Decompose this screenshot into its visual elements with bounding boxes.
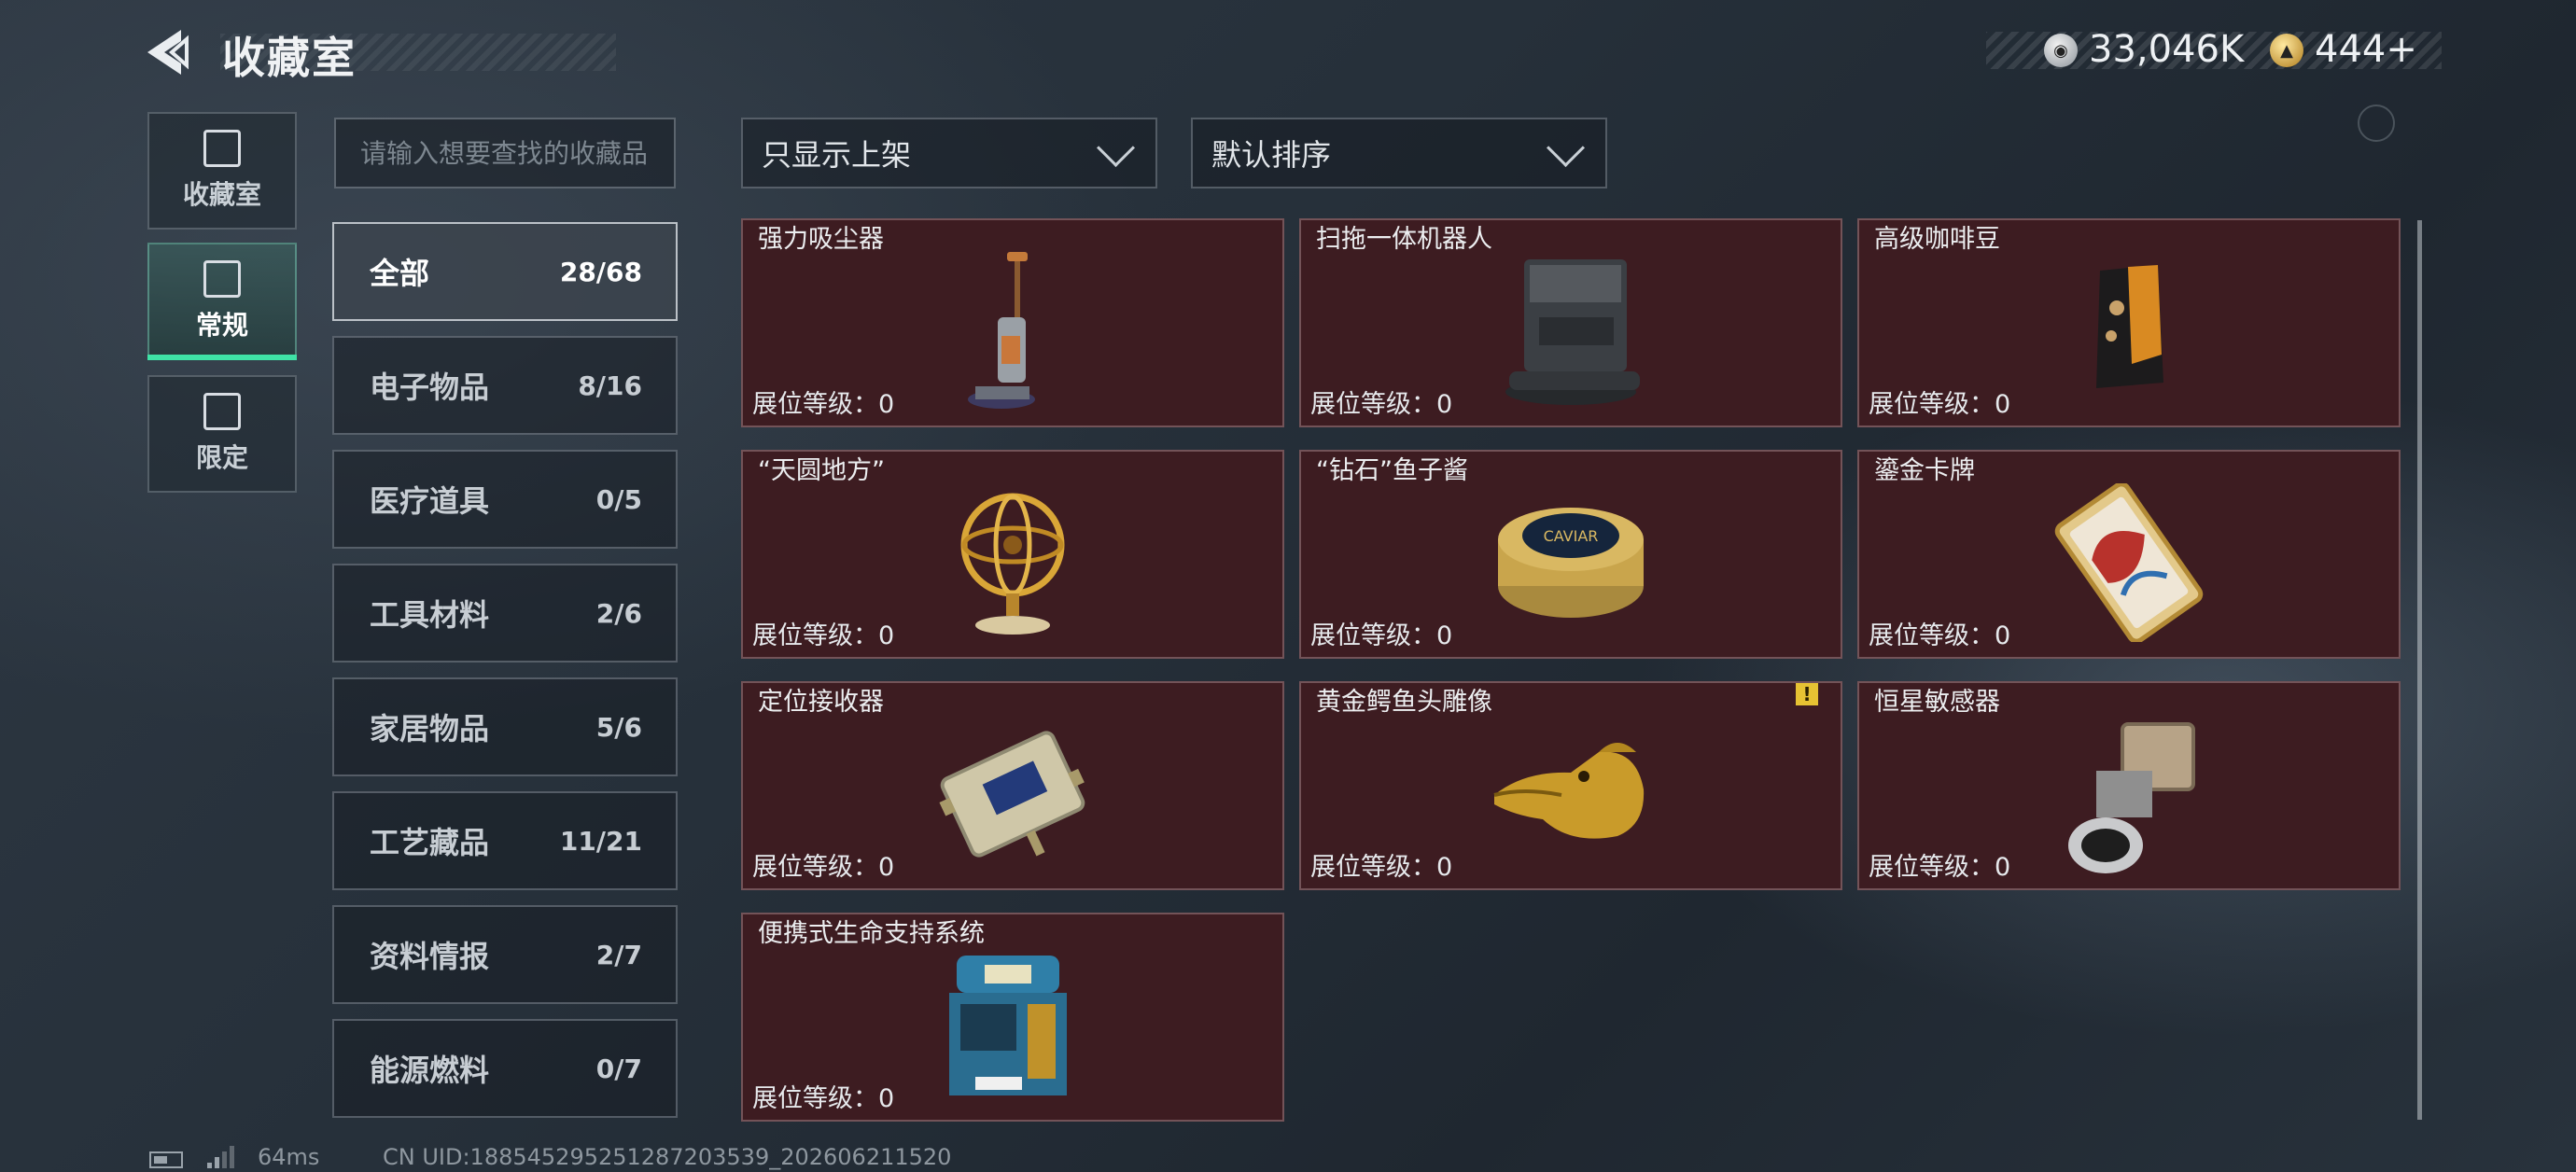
category-count: 0/5 (595, 483, 642, 515)
tab-label: 限定 (195, 442, 248, 473)
caviar-tin-icon: CAVIAR (1498, 508, 1644, 618)
page-title: 收藏室 (222, 33, 357, 83)
back-button[interactable] (140, 26, 205, 78)
item-card[interactable]: 恒星敏感器 展位等级：0 (1857, 681, 2401, 890)
tab-label: 常规 (195, 310, 248, 341)
gold-coin-icon: ▲ (2270, 34, 2303, 67)
item-name: 便携式生命支持系统 (758, 919, 985, 948)
signal-icon (207, 1146, 234, 1168)
category-name: 工具材料 (370, 597, 490, 633)
category-household[interactable]: 家居物品 5/6 (332, 677, 678, 776)
category-count: 2/6 (595, 597, 642, 629)
tab-limited[interactable]: 限定 (147, 375, 297, 493)
category-count: 5/6 (595, 711, 642, 743)
life-support-icon (949, 956, 1067, 1095)
item-card[interactable]: 黄金鳄鱼头雕像 ! 展位等级：0 (1299, 681, 1842, 890)
item-card[interactable]: “钻石”鱼子酱 CAVIAR 展位等级：0 (1299, 450, 1842, 659)
decorative-ring (2358, 105, 2395, 142)
category-name: 能源燃料 (370, 1053, 490, 1088)
category-count: 2/7 (595, 939, 642, 970)
category-name: 资料情报 (370, 939, 490, 974)
regular-icon (203, 260, 241, 298)
item-level: 展位等级：0 (1869, 390, 2011, 419)
user-uid: CN UID:18854529525128720353​9_2026062115… (383, 1144, 952, 1170)
item-card[interactable]: 鎏金卡牌 展位等级：0 (1857, 450, 2401, 659)
item-name: 鎏金卡牌 (1874, 456, 1975, 485)
category-name: 电子物品 (370, 370, 490, 405)
sort-dropdown[interactable]: 默认排序 (1191, 118, 1607, 188)
warning-badge-icon: ! (1796, 683, 1818, 705)
gold-currency-value[interactable]: 444+ (2315, 28, 2417, 71)
caviar-label: CAVIAR (1544, 527, 1599, 545)
category-name: 全部 (370, 256, 430, 291)
category-count: 28/68 (559, 256, 642, 287)
item-level: 展位等级：0 (752, 1084, 895, 1113)
tab-regular[interactable]: 常规 (147, 243, 297, 360)
item-name: 扫拖一体机器人 (1316, 225, 1492, 254)
item-level: 展位等级：0 (1310, 621, 1453, 650)
chevron-down-icon (1096, 128, 1136, 167)
item-level: 展位等级：0 (752, 621, 895, 650)
limited-icon (203, 393, 241, 430)
search-input[interactable] (334, 118, 676, 188)
item-card[interactable]: 强力吸尘器 展位等级：0 (741, 218, 1284, 427)
vacuum-cleaner-icon (968, 252, 1035, 409)
active-tab-indicator (147, 355, 297, 360)
item-name: 定位接收器 (758, 688, 884, 717)
category-tools[interactable]: 工具材料 2/6 (332, 564, 678, 663)
item-card[interactable]: 定位接收器 展位等级：0 (741, 681, 1284, 890)
item-card[interactable]: 扫拖一体机器人 展位等级：0 (1299, 218, 1842, 427)
category-crafts[interactable]: 工艺藏品 11/21 (332, 791, 678, 890)
category-count: 11/21 (559, 825, 642, 857)
category-all[interactable]: 全部 28/68 (332, 222, 678, 321)
item-level: 展位等级：0 (752, 390, 895, 419)
item-level: 展位等级：0 (1310, 390, 1453, 419)
collection-room-icon (203, 130, 241, 167)
item-level: 展位等级：0 (1310, 853, 1453, 882)
mop-robot-icon (1505, 259, 1640, 405)
item-card[interactable]: “天圆地方” 展位等级：0 (741, 450, 1284, 659)
item-name: 黄金鳄鱼头雕像 (1316, 688, 1492, 717)
category-electronics[interactable]: 电子物品 8/16 (332, 336, 678, 435)
gilded-card-icon (2054, 483, 2204, 642)
item-card[interactable]: 高级咖啡豆 展位等级：0 (1857, 218, 2401, 427)
category-count: 0/7 (595, 1053, 642, 1084)
item-level: 展位等级：0 (1869, 853, 2011, 882)
category-intel[interactable]: 资料情报 2/7 (332, 905, 678, 1004)
item-name: “钻石”鱼子酱 (1316, 456, 1468, 485)
star-sensor-icon (2068, 722, 2195, 873)
gps-receiver-icon (939, 731, 1085, 858)
gold-crocodile-icon (1493, 743, 1645, 839)
tab-label: 收藏室 (182, 179, 261, 210)
filter-dropdown[interactable]: 只显示上架 (741, 118, 1157, 188)
item-grid[interactable]: 强力吸尘器 展位等级：0 扫拖一体机器人 展位等级：0 高级咖啡豆 展位等级：0… (737, 218, 2408, 1123)
armillary-sphere-icon (960, 493, 1065, 635)
category-energy[interactable]: 能源燃料 0/7 (332, 1019, 678, 1118)
category-name: 医疗道具 (370, 483, 490, 519)
chevron-down-icon (1546, 128, 1586, 167)
item-name: 强力吸尘器 (758, 225, 884, 254)
item-name: 恒星敏感器 (1874, 688, 2000, 717)
category-count: 8/16 (578, 370, 642, 401)
back-arrow-icon (147, 30, 189, 75)
item-name: “天圆地方” (758, 456, 885, 485)
silver-currency-value: 33,046K (2089, 28, 2245, 71)
item-level: 展位等级：0 (752, 853, 895, 882)
category-name: 工艺藏品 (370, 825, 490, 860)
silver-coin-icon: ◉ (2044, 34, 2078, 67)
category-medical[interactable]: 医疗道具 0/5 (332, 450, 678, 549)
sort-selected-value: 默认排序 (1211, 137, 1332, 173)
item-card[interactable]: 便携式生命支持系统 展位等级：0 (741, 913, 1284, 1122)
category-name: 家居物品 (370, 711, 490, 746)
item-name: 高级咖啡豆 (1874, 225, 2000, 254)
item-level: 展位等级：0 (1869, 621, 2011, 650)
battery-icon (149, 1151, 183, 1168)
ping-value: 64ms (258, 1144, 320, 1170)
coffee-bag-icon (2096, 265, 2163, 388)
tab-collection-room[interactable]: 收藏室 (147, 112, 297, 230)
filter-selected-value: 只显示上架 (762, 137, 912, 173)
grid-scrollbar[interactable] (2417, 220, 2422, 1120)
